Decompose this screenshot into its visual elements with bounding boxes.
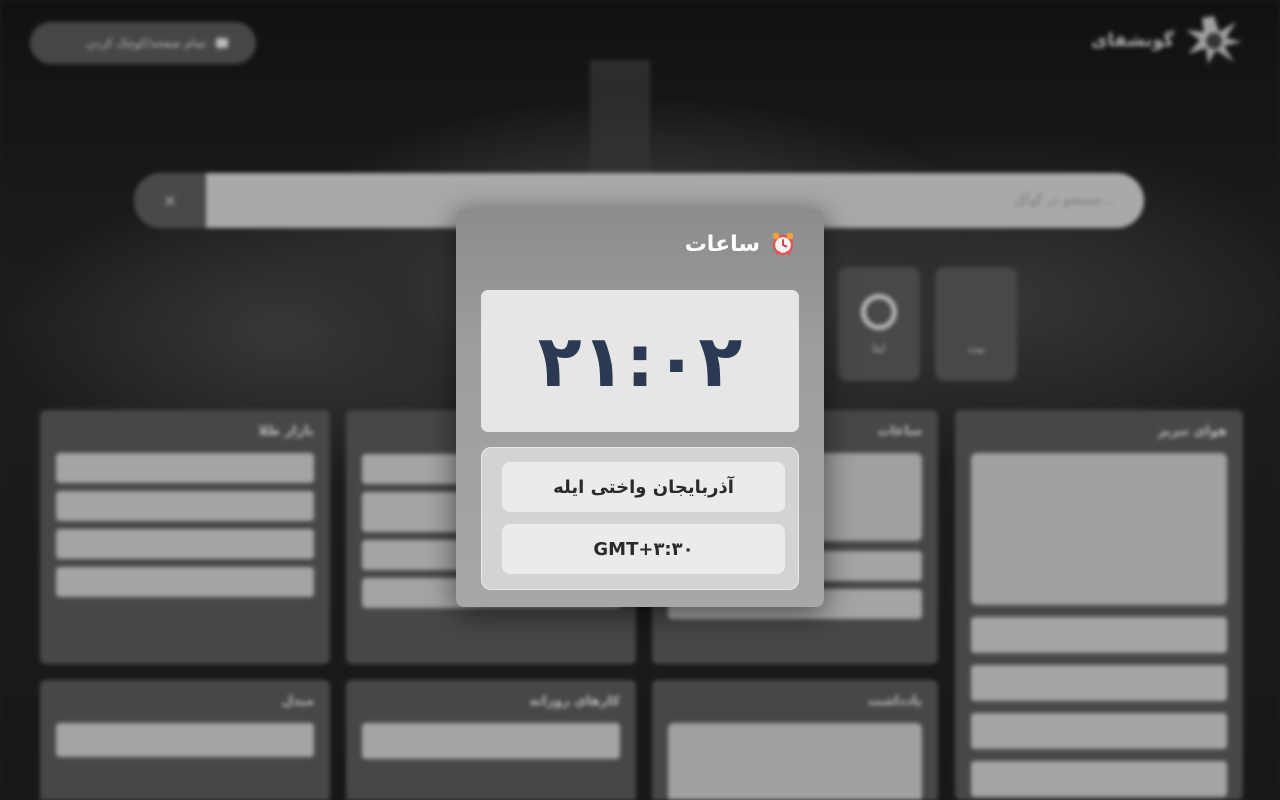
timezone-name: آذربایجان واختی ایله — [502, 462, 785, 512]
alarm-clock-icon — [772, 232, 794, 256]
clock-time-display: ۲۱:۰۲ — [481, 290, 799, 432]
clock-modal-title: ساعات — [684, 231, 760, 257]
gmt-offset-text: GMT+۳:۳۰ — [593, 538, 694, 560]
current-time: ۲۱:۰۲ — [537, 319, 743, 403]
gmt-offset: GMT+۳:۳۰ — [502, 524, 785, 574]
timezone-info-box: آذربایجان واختی ایله GMT+۳:۳۰ — [481, 447, 799, 590]
clock-modal-header: ساعات — [685, 231, 796, 257]
timezone-name-text: آذربایجان واختی ایله — [553, 476, 734, 498]
clock-modal[interactable]: ساعات ۲۱:۰۲ آذربایجان واختی ایله GMT+۳:۳… — [456, 209, 824, 607]
